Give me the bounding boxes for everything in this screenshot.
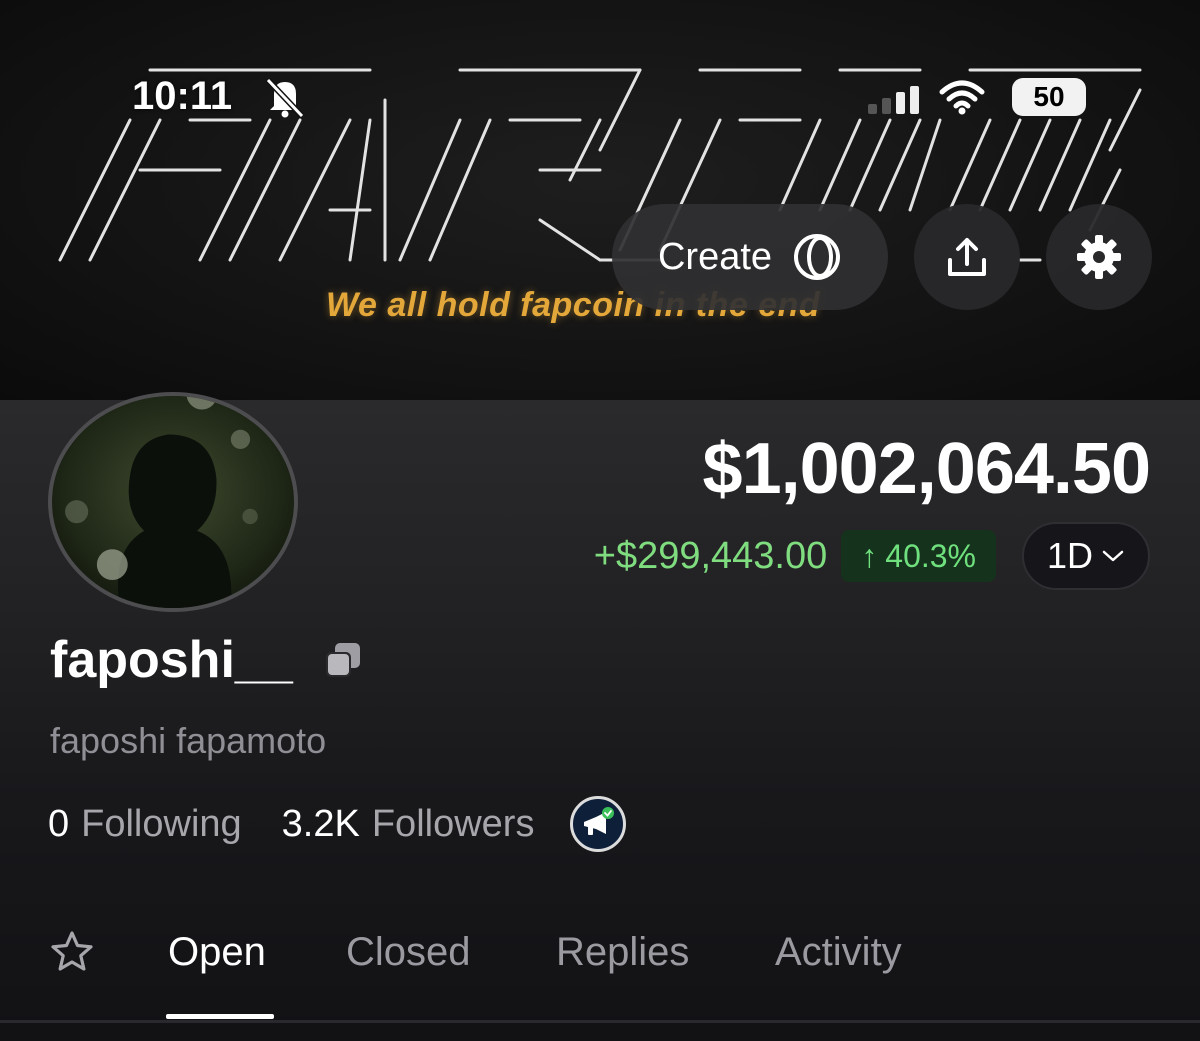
create-button[interactable]: Create — [612, 204, 888, 310]
megaphone-badge-icon[interactable] — [570, 796, 627, 852]
battery-icon: 50 — [1012, 78, 1086, 116]
copy-icon[interactable] — [323, 640, 363, 680]
status-time: 10:11 — [132, 74, 233, 118]
profile-banner: We all hold fapcoin in the end — [0, 0, 1200, 400]
profile-page: We all hold fapcoin in the end 10:11 50 … — [0, 0, 1200, 1041]
following-label: Following — [81, 802, 242, 845]
username: faposhi__ — [50, 631, 293, 689]
range-selector[interactable]: 1D — [1022, 522, 1150, 590]
portfolio-balance: $1,002,064.50 — [702, 429, 1151, 509]
wifi-icon — [939, 80, 985, 115]
pnl-percent-badge: ↑ 40.3% — [841, 530, 996, 582]
follow-stats: 0 Following 3.2K Followers — [48, 796, 627, 852]
followers-link[interactable]: 3.2K Followers — [282, 803, 535, 846]
following-link[interactable]: 0 Following — [48, 803, 242, 846]
range-label: 1D — [1046, 535, 1094, 576]
avatar[interactable] — [48, 392, 298, 612]
tab-replies[interactable]: Replies — [556, 930, 689, 975]
megaphone-icon — [584, 807, 615, 835]
pnl-percent: 40.3% — [885, 537, 976, 574]
star-icon[interactable] — [48, 928, 96, 976]
profile-tabs: Open Closed Replies Activity — [0, 900, 1200, 1024]
username-row: faposhi__ — [50, 630, 363, 690]
followers-count: 3.2K — [281, 802, 360, 845]
pnl-row: +$299,443.00 ↑ 40.3% 1D — [594, 522, 1150, 590]
gear-icon — [1077, 235, 1121, 279]
pnl-amount: +$299,443.00 — [593, 534, 828, 577]
share-icon — [948, 238, 986, 276]
active-tab-indicator — [166, 1014, 274, 1019]
tab-open[interactable]: Open — [168, 930, 266, 975]
display-name: faposhi fapamoto — [50, 720, 327, 761]
chevron-down-icon — [1102, 550, 1124, 562]
signal-icon — [868, 86, 919, 114]
settings-button[interactable] — [1046, 204, 1152, 310]
share-button[interactable] — [914, 204, 1020, 310]
following-count: 0 — [48, 802, 70, 845]
tab-activity[interactable]: Activity — [775, 930, 902, 975]
bell-slash-icon — [265, 77, 305, 118]
followers-label: Followers — [371, 802, 535, 845]
tab-closed[interactable]: Closed — [346, 930, 471, 975]
create-button-label: Create — [657, 235, 773, 278]
avatar-image — [52, 396, 294, 608]
coin-icon — [794, 234, 841, 280]
arrow-up-icon: ↑ — [861, 537, 878, 574]
tabs-divider — [0, 1020, 1200, 1023]
